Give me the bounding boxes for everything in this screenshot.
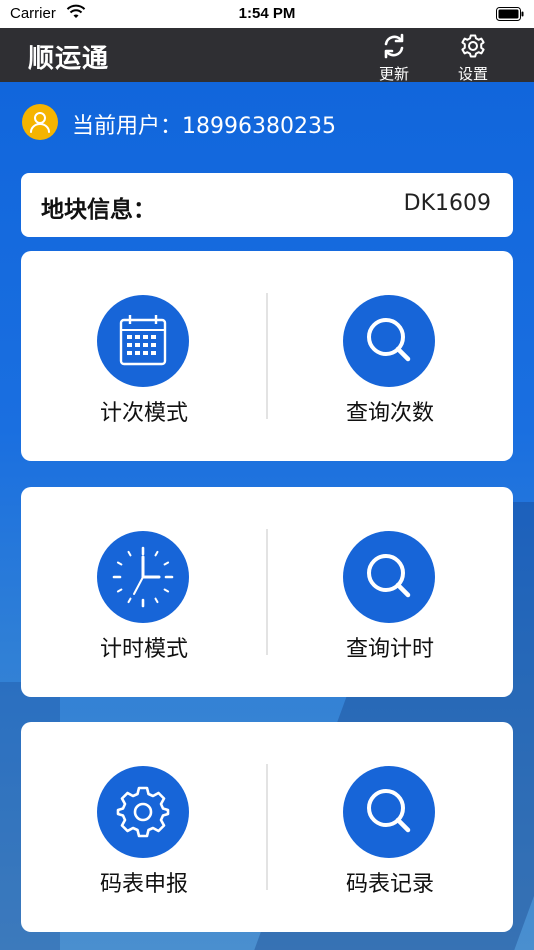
query-count-label: 查询次数 [345, 401, 434, 426]
settings-label: 设置 [457, 65, 488, 83]
gear-icon [461, 34, 485, 58]
user-icon [30, 112, 50, 133]
avatar [22, 104, 58, 140]
refresh-label: 更新 [378, 65, 409, 83]
count-mode-label: 计次模式 [99, 401, 188, 426]
plot-info-value: DK1609 [403, 191, 491, 216]
clock-time: 1:54 PM [238, 5, 296, 22]
plot-info-label: 地块信息： [41, 197, 156, 223]
current-user-phone: 18996380235 [182, 114, 336, 139]
query-time-button[interactable]: 查询计时 [267, 487, 513, 697]
current-user-text: 当前用户：18996380235 [72, 108, 336, 140]
app-title: 顺运通 [28, 44, 110, 74]
meter-card: 码表申报 码表记录 [21, 722, 513, 932]
meter-report-icon-circle [97, 766, 189, 858]
time-mode-icon-circle [97, 531, 189, 623]
meter-report-label: 码表申报 [99, 872, 188, 897]
count-mode-card: 计次模式 查询次数 [21, 251, 513, 461]
refresh-icon [384, 33, 404, 59]
current-user-label: 当前用户： [72, 114, 183, 139]
search-icon [367, 789, 411, 833]
search-icon [367, 318, 411, 362]
time-mode-label: 计时模式 [99, 637, 188, 662]
meter-records-label: 码表记录 [345, 872, 434, 897]
meter-records-icon-circle [343, 766, 435, 858]
time-mode-card: 计时模式 查询计时 [21, 487, 513, 697]
meter-records-button[interactable]: 码表记录 [267, 722, 513, 932]
battery-icon [496, 7, 524, 26]
query-time-label: 查询计时 [345, 637, 434, 662]
clock-icon [112, 546, 174, 608]
settings-button[interactable]: 设置 [445, 30, 501, 83]
query-count-icon-circle [343, 295, 435, 387]
query-time-icon-circle [343, 531, 435, 623]
time-mode-button[interactable]: 计时模式 [21, 487, 267, 697]
calendar-icon [119, 315, 167, 366]
nav-bar: 顺运通 更新 设置 [0, 28, 534, 83]
status-bar: Carrier 1:54 PM [0, 0, 534, 28]
gear-icon [116, 786, 170, 838]
count-mode-icon-circle [97, 295, 189, 387]
refresh-button[interactable]: 更新 [366, 30, 422, 83]
count-mode-button[interactable]: 计次模式 [21, 251, 267, 461]
query-count-button[interactable]: 查询次数 [267, 251, 513, 461]
meter-report-button[interactable]: 码表申报 [21, 722, 267, 932]
plot-info-card[interactable]: 地块信息： DK1609 [21, 173, 513, 237]
search-icon [367, 554, 411, 598]
